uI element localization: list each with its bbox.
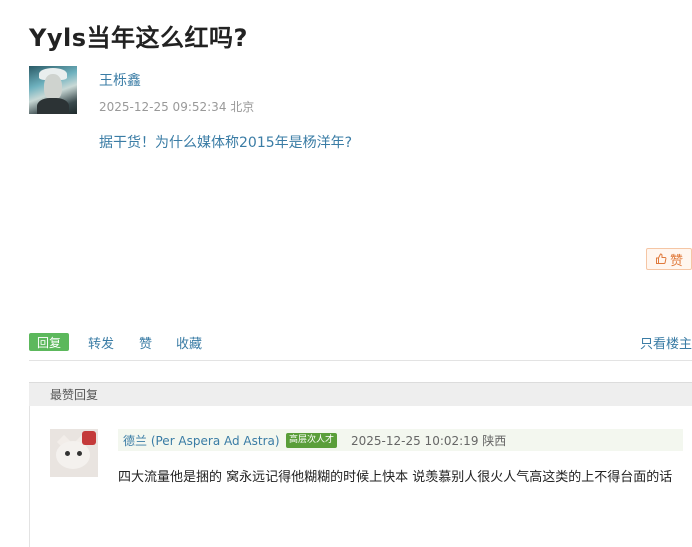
reply-header: 德兰 (Per Aspera Ad Astra) 高层次人才 2025-12-2… [118,429,683,451]
post-meta: 2025-12-25 09:52:34 北京 [99,98,254,115]
like-button-label: 赞 [669,253,683,269]
favorite-link[interactable]: 收藏 [176,333,202,352]
thumbs-up-icon [655,253,667,264]
author-name[interactable]: 王栎鑫 [99,70,141,90]
post-location: 北京 [230,100,255,114]
reply-location: 陕西 [482,434,507,448]
only-op-link[interactable]: 只看楼主 [640,333,692,352]
best-replies-title: 最赞回复 [50,388,99,402]
post-actions: 回复 转发 赞 收藏 只看楼主 [29,332,692,354]
talent-badge: 高层次人才 [286,433,338,448]
reply-button[interactable]: 回复 [29,333,69,351]
reply-text: 四大流量他是捆的 窝永远记得他糊糊的时候上快本 说羡慕别人很火人气高这类的上不得… [118,470,673,485]
reply-timestamp: 2025-12-25 10:02:19 [351,434,479,448]
divider [29,360,692,361]
best-replies-header: 最赞回复 [29,382,692,406]
like-button[interactable]: 赞 [646,248,692,270]
reply-user-name[interactable]: 德兰 (Per Aspera Ad Astra) [123,432,280,449]
post-content: 据干货！为什么媒体称2015年是杨洋年? [99,135,353,151]
reply-meta: 2025-12-25 10:02:19 陕西 [351,432,506,449]
author-avatar[interactable] [29,66,77,114]
reply-thread-line [29,406,30,547]
like-link[interactable]: 赞 [139,333,152,352]
post-timestamp: 2025-12-25 09:52:34 [99,100,227,114]
post-title: Yyls当年这么红吗? [29,24,248,52]
reply-avatar[interactable] [50,429,98,477]
forward-link[interactable]: 转发 [88,333,114,352]
